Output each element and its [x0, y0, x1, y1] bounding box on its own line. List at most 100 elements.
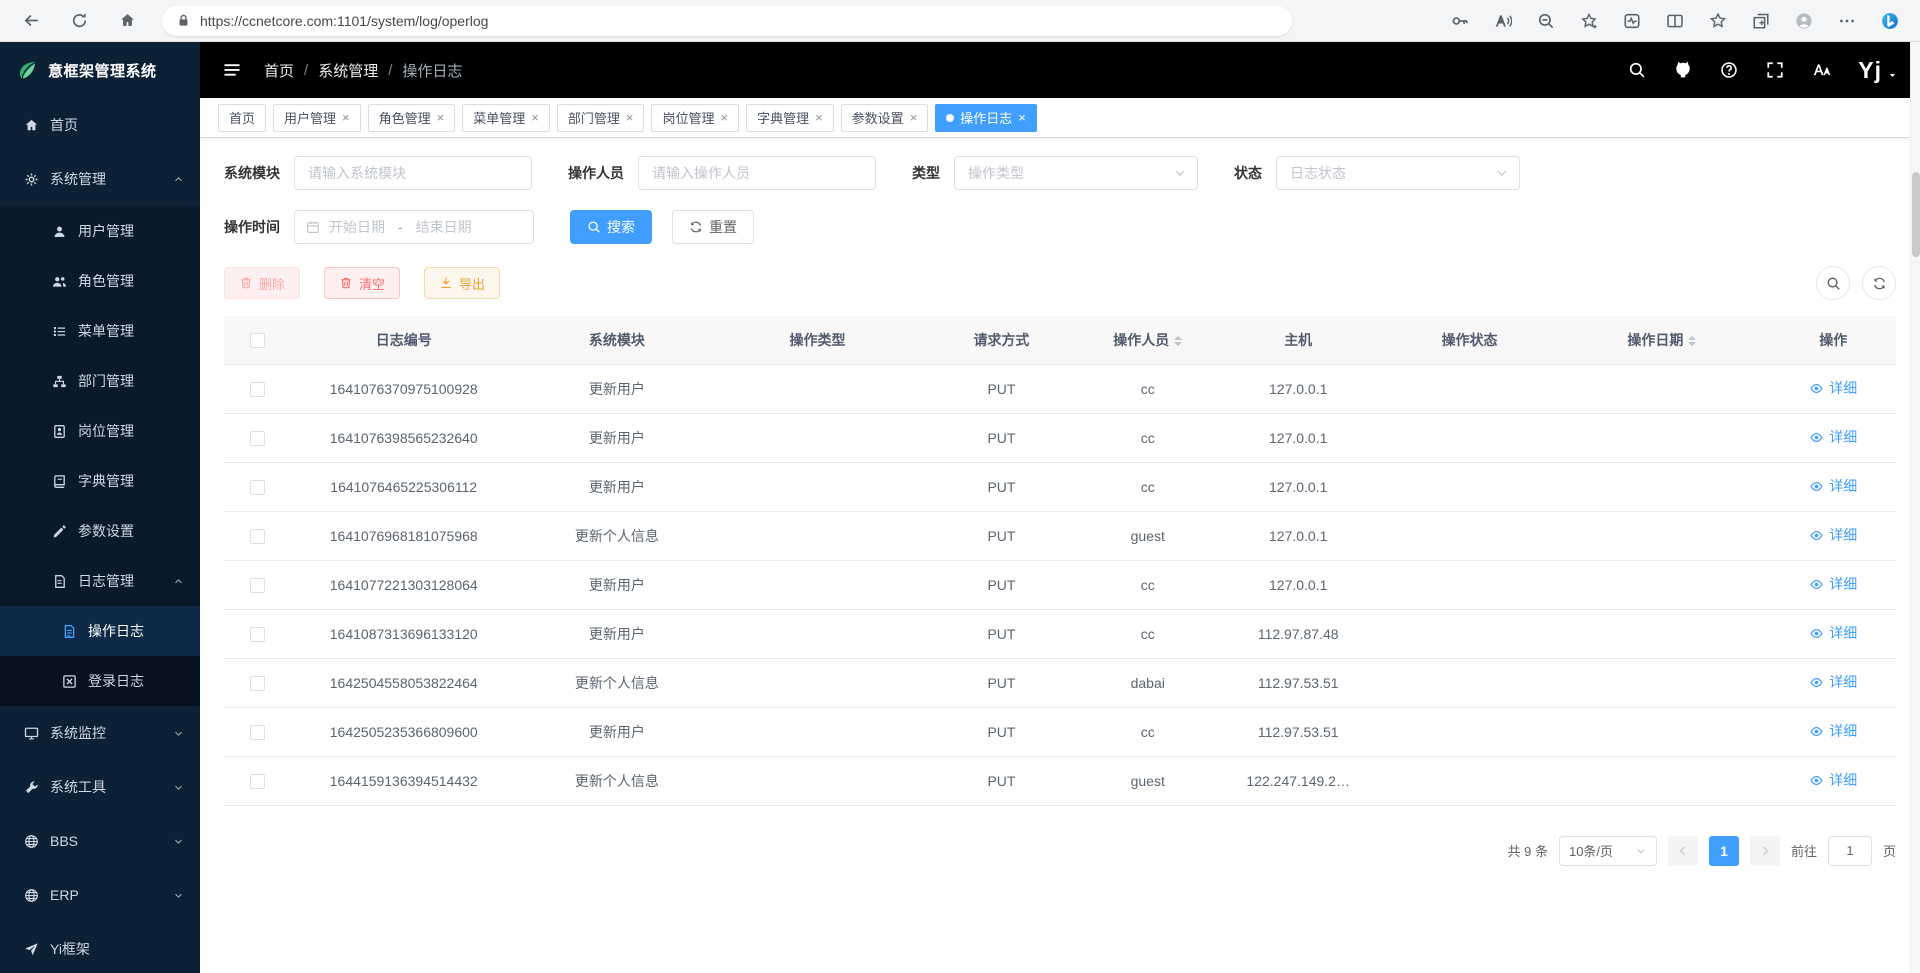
tab-7[interactable]: 参数设置× — [841, 104, 929, 132]
user-avatar[interactable]: Yj — [1858, 59, 1898, 82]
tab-2[interactable]: 角色管理× — [368, 104, 456, 132]
breadcrumb-item-0[interactable]: 首页 — [264, 60, 294, 81]
column-header[interactable]: 操作人员 — [1085, 316, 1210, 364]
row-checkbox[interactable] — [250, 578, 265, 593]
row-checkbox[interactable] — [250, 431, 265, 446]
sidebar-item-param-settings[interactable]: 参数设置 — [0, 506, 200, 556]
row-checkbox[interactable] — [250, 774, 265, 789]
close-tab-icon[interactable]: × — [437, 111, 445, 124]
add-favorite-button[interactable] — [1573, 5, 1605, 37]
detail-link[interactable]: 详细 — [1809, 574, 1857, 594]
browser-essentials-button[interactable] — [1616, 5, 1648, 37]
row-checkbox[interactable] — [250, 725, 265, 740]
address-bar[interactable]: https://ccnetcore.com:1101/system/log/op… — [162, 6, 1292, 36]
zoom-out-button[interactable] — [1530, 5, 1562, 37]
column-header[interactable]: 操作日期 — [1553, 316, 1770, 364]
close-tab-icon[interactable]: × — [342, 111, 350, 124]
sidebar-item-menu-mgmt[interactable]: 菜单管理 — [0, 306, 200, 356]
sidebar-item-dept-mgmt[interactable]: 部门管理 — [0, 356, 200, 406]
row-checkbox[interactable] — [250, 676, 265, 691]
detail-link[interactable]: 详细 — [1809, 525, 1857, 545]
module-input[interactable] — [294, 156, 532, 190]
refresh-table-button[interactable] — [1862, 266, 1896, 300]
detail-link[interactable]: 详细 — [1809, 378, 1857, 398]
sidebar-item-log-mgmt[interactable]: 日志管理 — [0, 556, 200, 606]
sidebar-item-system-tools[interactable]: 系统工具 — [0, 760, 200, 814]
tab-6[interactable]: 字典管理× — [746, 104, 834, 132]
row-checkbox[interactable] — [250, 382, 265, 397]
close-tab-icon[interactable]: × — [815, 111, 823, 124]
back-button[interactable] — [14, 4, 48, 38]
tab-8[interactable]: 操作日志× — [935, 104, 1037, 132]
sidebar-item-user-mgmt[interactable]: 用户管理 — [0, 206, 200, 256]
detail-link[interactable]: 详细 — [1809, 427, 1857, 447]
tab-3[interactable]: 菜单管理× — [462, 104, 550, 132]
detail-link[interactable]: 详细 — [1809, 672, 1857, 692]
close-tab-icon[interactable]: × — [531, 111, 539, 124]
site-info-button[interactable] — [176, 13, 191, 28]
favorites-button[interactable] — [1702, 5, 1734, 37]
clear-button[interactable]: 清空 — [324, 267, 400, 299]
select-all-checkbox[interactable] — [250, 333, 265, 348]
sidebar-item-dict-mgmt[interactable]: 字典管理 — [0, 456, 200, 506]
split-screen-button[interactable] — [1659, 5, 1691, 37]
sidebar-item-oper-log[interactable]: 操作日志 — [0, 606, 200, 656]
sort-caret[interactable] — [1174, 332, 1182, 350]
search-button[interactable]: 搜索 — [570, 210, 652, 244]
tab-1[interactable]: 用户管理× — [273, 104, 361, 132]
profile-button[interactable] — [1788, 5, 1820, 37]
sidebar-item-erp[interactable]: ERP — [0, 868, 200, 922]
goto-page-input[interactable] — [1828, 836, 1872, 866]
detail-link[interactable]: 详细 — [1809, 721, 1857, 741]
close-tab-icon[interactable]: × — [910, 111, 918, 124]
home-button[interactable] — [110, 4, 144, 38]
reload-button[interactable] — [62, 4, 96, 38]
row-checkbox[interactable] — [250, 480, 265, 495]
sidebar-item-system-mgmt[interactable]: 系统管理 — [0, 152, 200, 206]
sort-caret[interactable] — [1688, 332, 1696, 350]
page-size-select[interactable]: 10条/页 — [1559, 836, 1657, 866]
sidebar-item-home[interactable]: 首页 — [0, 98, 200, 152]
toggle-search-button[interactable] — [1816, 266, 1850, 300]
tab-5[interactable]: 岗位管理× — [651, 104, 739, 132]
delete-button[interactable]: 删除 — [224, 267, 300, 299]
date-range-picker[interactable]: 开始日期 - 结束日期 — [294, 210, 534, 244]
scrollbar-thumb[interactable] — [1912, 172, 1920, 257]
tab-4[interactable]: 部门管理× — [557, 104, 645, 132]
close-tab-icon[interactable]: × — [720, 111, 728, 124]
row-checkbox[interactable] — [250, 627, 265, 642]
sidebar-toggle-button[interactable] — [222, 59, 244, 81]
bing-chat-button[interactable] — [1874, 5, 1906, 37]
detail-link[interactable]: 详细 — [1809, 770, 1857, 790]
sidebar-item-system-monitor[interactable]: 系统监控 — [0, 706, 200, 760]
read-aloud-button[interactable] — [1487, 5, 1519, 37]
page-scrollbar[interactable] — [1910, 42, 1920, 973]
prev-page-button[interactable] — [1668, 836, 1698, 866]
export-button[interactable]: 导出 — [424, 267, 500, 299]
detail-link[interactable]: 详细 — [1809, 623, 1857, 643]
sidebar-item-yi-framework[interactable]: Yi框架 — [0, 922, 200, 973]
font-size-button[interactable] — [1812, 61, 1830, 79]
password-key-button[interactable] — [1444, 5, 1476, 37]
type-select[interactable]: 操作类型 — [954, 156, 1198, 190]
help-button[interactable] — [1720, 61, 1738, 79]
next-page-button[interactable] — [1750, 836, 1780, 866]
more-menu-button[interactable] — [1831, 5, 1863, 37]
sidebar-item-post-mgmt[interactable]: 岗位管理 — [0, 406, 200, 456]
operator-input[interactable] — [638, 156, 876, 190]
sidebar-item-bbs[interactable]: BBS — [0, 814, 200, 868]
sidebar-item-login-log[interactable]: 登录日志 — [0, 656, 200, 706]
search-button[interactable] — [1628, 61, 1646, 79]
github-button[interactable] — [1674, 61, 1692, 79]
status-select[interactable]: 日志状态 — [1276, 156, 1520, 190]
sidebar-item-role-mgmt[interactable]: 角色管理 — [0, 256, 200, 306]
close-tab-icon[interactable]: × — [1018, 111, 1026, 124]
detail-link[interactable]: 详细 — [1809, 476, 1857, 496]
collections-button[interactable] — [1745, 5, 1777, 37]
fullscreen-button[interactable] — [1766, 61, 1784, 79]
breadcrumb-item-1[interactable]: 系统管理 — [318, 60, 378, 81]
tab-0[interactable]: 首页 — [218, 104, 266, 132]
row-checkbox[interactable] — [250, 529, 265, 544]
reset-button[interactable]: 重置 — [672, 210, 754, 244]
page-number-button[interactable]: 1 — [1709, 836, 1739, 866]
